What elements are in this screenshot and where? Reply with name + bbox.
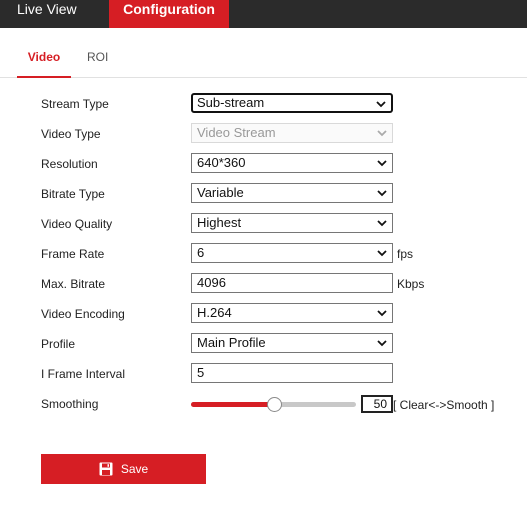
bitrate-type-value: Variable xyxy=(197,185,244,200)
chevron-down-icon xyxy=(376,338,388,348)
profile-select[interactable]: Main Profile xyxy=(191,333,393,353)
profile-value: Main Profile xyxy=(197,335,266,350)
smoothing-slider-handle[interactable] xyxy=(267,397,282,412)
chevron-down-icon xyxy=(376,128,388,138)
chevron-down-icon xyxy=(376,308,388,318)
chevron-down-icon xyxy=(376,188,388,198)
save-button[interactable]: Save xyxy=(41,454,206,484)
resolution-value: 640*360 xyxy=(197,155,246,170)
chevron-down-icon xyxy=(376,218,388,228)
floppy-disk-icon xyxy=(99,462,113,476)
smoothing-slider-fill xyxy=(191,402,274,407)
resolution-select[interactable]: 640*360 xyxy=(191,153,393,173)
video-encoding-select[interactable]: H.264 xyxy=(191,303,393,323)
video-quality-select[interactable]: Highest xyxy=(191,213,393,233)
video-quality-value: Highest xyxy=(197,215,242,230)
sub-tabs: Video ROI xyxy=(0,28,527,78)
nav-configuration[interactable]: Configuration xyxy=(109,0,229,28)
bitrate-type-select[interactable]: Variable xyxy=(191,183,393,203)
tab-roi[interactable]: ROI xyxy=(87,50,108,64)
video-type-select: Video Stream xyxy=(191,123,393,143)
video-encoding-label: Video Encoding xyxy=(41,307,125,321)
resolution-label: Resolution xyxy=(41,157,98,171)
frame-rate-unit: fps xyxy=(397,247,414,261)
frame-rate-value: 6 xyxy=(197,245,205,260)
frame-rate-label: Frame Rate xyxy=(41,247,105,261)
smoothing-slider[interactable] xyxy=(191,397,356,412)
max-bitrate-input[interactable]: 4096 xyxy=(191,273,393,293)
tab-video[interactable]: Video xyxy=(17,50,71,78)
max-bitrate-value: 4096 xyxy=(197,275,226,290)
max-bitrate-unit: Kbps xyxy=(397,277,425,291)
stream-type-select[interactable]: Sub-stream xyxy=(191,93,393,113)
smoothing-value-box[interactable]: 50 xyxy=(361,395,393,413)
smoothing-label: Smoothing xyxy=(41,397,99,411)
stream-type-value: Sub-stream xyxy=(197,95,265,110)
i-frame-interval-input[interactable]: 5 xyxy=(191,363,393,383)
frame-rate-select[interactable]: 6 xyxy=(191,243,393,263)
video-quality-label: Video Quality xyxy=(41,217,113,231)
top-bar: Live View Configuration xyxy=(0,0,527,28)
video-type-value: Video Stream xyxy=(197,125,276,140)
nav-live-view[interactable]: Live View xyxy=(17,0,77,28)
chevron-down-icon xyxy=(376,158,388,168)
bitrate-type-label: Bitrate Type xyxy=(41,187,105,201)
profile-label: Profile xyxy=(41,337,76,351)
video-encoding-value: H.264 xyxy=(197,305,232,320)
video-type-label: Video Type xyxy=(41,127,101,141)
chevron-down-icon xyxy=(376,248,388,258)
i-frame-interval-label: I Frame Interval xyxy=(41,367,126,381)
max-bitrate-label: Max. Bitrate xyxy=(41,277,106,291)
i-frame-interval-value: 5 xyxy=(197,365,205,380)
chevron-down-icon xyxy=(375,99,387,109)
smoothing-hint: [ Clear<->Smooth ] xyxy=(393,398,495,412)
stream-type-label: Stream Type xyxy=(41,97,109,111)
save-label: Save xyxy=(120,462,149,476)
